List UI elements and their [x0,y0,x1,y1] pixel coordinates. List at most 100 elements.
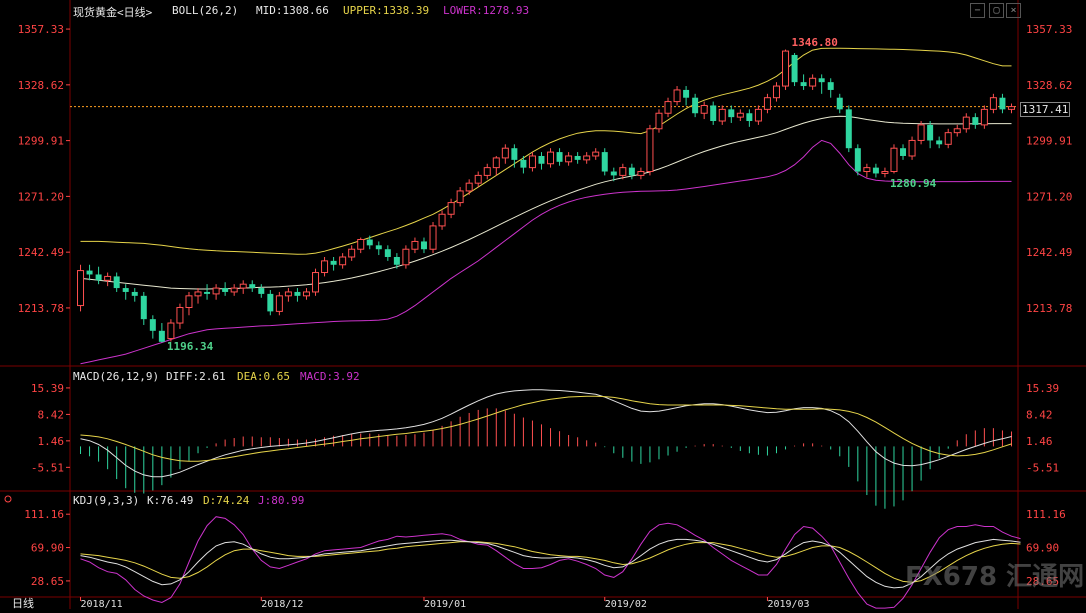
candle-body [131,291,138,296]
candle-body [736,112,744,118]
candle-body [854,148,861,172]
candle-body [772,85,780,99]
candle-body [683,89,690,98]
candle-body [204,291,211,294]
close-icon[interactable]: × [1006,3,1021,18]
candle-body [429,225,437,250]
candle-body [104,275,112,281]
candle-body [375,245,382,250]
x-tick-label: 2018/12 [261,599,303,609]
y-tick-label-right: 1213.78 [1026,302,1072,315]
y-tick-label-right: 69.90 [1026,542,1059,555]
boll-upper-line [80,47,1012,255]
candle-body [149,319,156,331]
y-tick-label: 8.42 [38,408,65,421]
settings-icon [4,495,12,503]
macd-label: MACD(26,12,9) [73,370,160,383]
symbol-title: 现货黄金<日线> [73,6,153,19]
candle-body [962,116,970,130]
y-tick-label-right: 1299.91 [1026,135,1072,148]
low-annotation: 1280.94 [890,177,937,190]
candle-body [384,249,391,257]
candle-body [700,104,708,114]
candle-body [583,155,591,161]
candle-body [357,239,365,250]
y-tick-label: 1299.91 [18,135,64,148]
macd-dea-label: DEA:0.65 [237,370,290,383]
y-tick-label-right: 1.46 [1026,435,1053,448]
candle-body [465,182,473,192]
candle-body [284,291,292,297]
candle-body [275,295,283,312]
candle-body [222,288,229,292]
macd-diff-line [80,389,1012,478]
candle-body [628,167,635,176]
candle-body [710,105,717,122]
y-tick-label: 1213.78 [18,302,64,315]
restore-icon[interactable]: ▢ [989,3,1004,18]
candle-body [185,295,193,308]
candle-body [239,283,247,289]
candle-body [890,147,898,173]
macd-dea-line [80,395,1012,462]
chart-stage: 1357.33 1357.33 1328.62 1328.62 1299.91 1299.… [0,0,1086,610]
x-tick-label: 2018/11 [81,599,123,609]
candle-body [881,171,889,174]
y-tick-label-right: 1328.62 [1026,79,1072,92]
candle-body [917,124,925,141]
chart-canvas: 1357.33 1357.33 1328.62 1328.62 1299.91 1299.… [0,0,1086,610]
candle-body [692,97,699,114]
candle-body [122,288,129,292]
candle-body [818,78,825,83]
y-tick-label: 28.65 [31,575,64,588]
current-price-tag: 1317.41 [1020,102,1071,117]
candle-body [592,151,600,157]
candle-body [619,167,627,176]
kdj-label: KDJ(9,3,3) [73,494,140,507]
boll-lower-label: LOWER:1278.93 [443,4,530,17]
candle-body [800,82,807,87]
candle-body [348,248,356,258]
candle-body [302,291,310,297]
y-tick-label-right: 1242.49 [1026,246,1072,259]
candle-body [212,287,220,295]
candle-body [447,202,455,215]
zoom-out-icon[interactable]: − [970,3,985,18]
candle-body [999,97,1006,110]
candle-body [194,291,202,297]
y-tick-label: 111.16 [24,508,64,521]
y-tick-label: 1357.33 [18,23,64,36]
candle-body [754,108,762,122]
candle-body [746,113,753,122]
candle-body [900,148,907,156]
candle-body [366,239,373,246]
candle-body [321,260,329,274]
candle-body [845,109,852,149]
candle-body [556,152,563,162]
candle-body [77,270,85,307]
candle-body [547,151,555,165]
boll-label: BOLL(26,2) [172,4,239,17]
candle-body [944,132,952,145]
boll-mid-label: MID:1308.66 [256,4,329,17]
watermark: FX678 汇通网 [905,562,1085,592]
candle-body [167,322,175,340]
candle-body [655,112,663,130]
candle-body [483,167,491,176]
x-tick-label: 2019/03 [767,599,809,609]
boll-mid-line [80,115,1012,290]
candle-body [908,139,916,157]
candle-body [528,155,536,169]
candle-body [980,108,988,126]
kdj-j-label: J:80.99 [258,494,305,507]
y-tick-label: -5.51 [31,461,64,474]
candle-body [863,167,871,173]
candle-body [158,330,165,342]
candle-body [113,276,120,289]
boll-lower-line [80,139,1012,365]
candle-body [411,240,419,250]
kdj-d-label: D:74.24 [203,494,250,507]
y-tick-label: 1.46 [38,435,65,448]
y-tick-label-right: 111.16 [1026,508,1066,521]
x-tick-label: 2019/01 [424,599,466,609]
